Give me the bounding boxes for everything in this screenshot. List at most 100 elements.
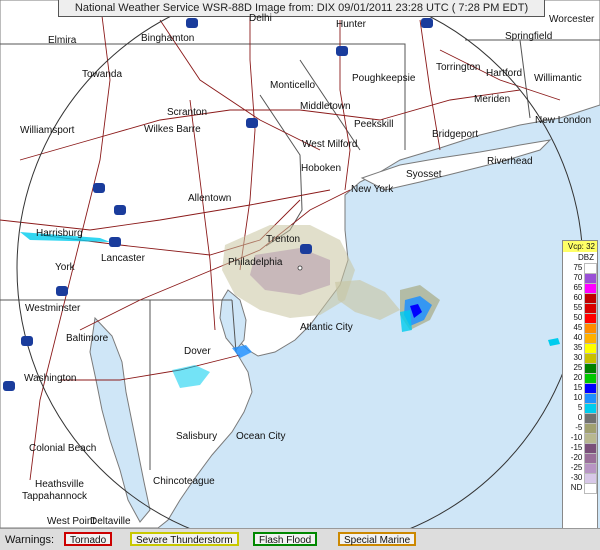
legend-value: -10: [570, 433, 583, 442]
city-label: New York: [351, 184, 394, 195]
legend-value: -5: [575, 423, 583, 432]
city-label: Torrington: [436, 62, 481, 73]
city-label: West Point: [47, 516, 96, 527]
legend-entry: 0: [563, 412, 597, 424]
image-title-bar: National Weather Service WSR-88D Image f…: [58, 0, 545, 17]
city-label: Williamsport: [20, 125, 75, 136]
legend-value: 65: [573, 283, 583, 292]
city-label: Binghamton: [141, 33, 195, 44]
legend-value: 40: [573, 333, 583, 342]
warning-tornado: Tornado: [64, 532, 113, 546]
legend-value: ND: [570, 483, 583, 492]
legend-entry: ND: [563, 482, 597, 494]
city-label: Deltaville: [90, 516, 131, 527]
city-label: Ocean City: [236, 431, 286, 442]
city-label: Towanda: [82, 69, 123, 80]
legend-entry: -25: [563, 462, 597, 474]
city-label: Colonial Beach: [29, 443, 97, 454]
city-label: West Milford: [302, 139, 358, 150]
city-label: Hoboken: [301, 163, 342, 174]
legend-value: 20: [573, 373, 583, 382]
legend-entry: 10: [563, 392, 597, 404]
city-label: Riverhead: [487, 156, 533, 167]
city-label: Washington: [24, 373, 77, 384]
legend-value: 60: [573, 293, 583, 302]
city-label: Syosset: [406, 169, 442, 180]
legend-value: 10: [573, 393, 583, 402]
city-label: Philadelphia: [228, 257, 283, 268]
legend-entry: -5: [563, 422, 597, 434]
legend-value: 50: [573, 313, 583, 322]
city-label: Baltimore: [66, 333, 109, 344]
city-label: Scranton: [167, 107, 208, 118]
legend-value: 5: [577, 403, 583, 412]
legend-entry: 30: [563, 352, 597, 364]
legend-entry: 25: [563, 362, 597, 374]
legend-entry: 50: [563, 312, 597, 324]
legend-entry: 15: [563, 382, 597, 394]
legend-vcp: Vcp: 32: [563, 241, 597, 252]
legend-unit: DBZ: [578, 253, 594, 262]
city-label: Westminster: [25, 303, 81, 314]
legend-entry: -10: [563, 432, 597, 444]
city-label: Monticello: [270, 80, 316, 91]
city-label: Delhi: [249, 13, 272, 24]
legend-entry: 20: [563, 372, 597, 384]
city-label: Trenton: [266, 234, 301, 245]
legend-entry: 55: [563, 302, 597, 314]
city-label: Elmira: [48, 35, 77, 46]
legend-entry: 75: [563, 262, 597, 274]
legend-value: -25: [570, 463, 583, 472]
warnings-bar: Warnings: Tornado Severe Thunderstorm Flas…: [0, 528, 600, 550]
legend-value: 45: [573, 323, 583, 332]
legend-entry: 45: [563, 322, 597, 334]
legend-value: 70: [573, 273, 583, 282]
legend-swatch: [584, 482, 597, 494]
city-label: York: [55, 262, 75, 273]
city-label: Dover: [184, 346, 211, 357]
legend-entry: 65: [563, 282, 597, 294]
city-label: Hartford: [486, 68, 523, 79]
city-label: Peekskill: [354, 119, 394, 130]
legend-value: 30: [573, 353, 583, 362]
city-label: Middletown: [300, 101, 351, 112]
city-label: Wilkes Barre: [144, 124, 201, 135]
radar-site-marker: [297, 265, 303, 271]
legend-value: 25: [573, 363, 583, 372]
legend-value: -15: [570, 443, 583, 452]
warning-flash-flood: Flash Flood: [253, 532, 318, 546]
city-label: Allentown: [188, 193, 232, 204]
city-label: Lancaster: [101, 253, 145, 264]
city-label: Worcester: [549, 14, 595, 25]
city-label: Tappahannock: [22, 491, 88, 502]
legend-entry: 40: [563, 332, 597, 344]
legend-value: 15: [573, 383, 583, 392]
legend-value: -30: [570, 473, 583, 482]
city-label: Bridgeport: [432, 129, 479, 140]
legend-entry: 5: [563, 402, 597, 414]
warning-severe-thunderstorm: Severe Thunderstorm: [130, 532, 239, 546]
city-label: Springfield: [505, 31, 553, 42]
warning-special-marine: Special Marine: [338, 532, 417, 546]
legend-entry: 35: [563, 342, 597, 354]
legend-value: 0: [577, 413, 583, 422]
warnings-label: Warnings:: [5, 534, 55, 546]
city-label: Meriden: [474, 94, 511, 105]
legend-value: 75: [573, 263, 583, 272]
city-label: Atlantic City: [300, 322, 353, 333]
legend-entry: -30: [563, 472, 597, 484]
city-label: Harrisburg: [36, 228, 83, 239]
legend-value: 55: [573, 303, 583, 312]
city-label: Poughkeepsie: [352, 73, 416, 84]
city-label: Salisbury: [176, 431, 218, 442]
legend-entry: -15: [563, 442, 597, 454]
city-label: Chincoteague: [153, 476, 215, 487]
city-label: Heathsville: [35, 479, 84, 490]
city-label: New London: [535, 115, 592, 126]
legend-entry: 60: [563, 292, 597, 304]
legend-scale: 75 70 65 60 55 50 45 40 35 30 25 20 15 10 5 0 -5 -10 -15 -2…: [563, 262, 597, 494]
dbz-legend: Vcp: 32 DBZ 75 70 65 60 55 50 45 40 35 30 25 20 15 10…: [562, 240, 598, 540]
legend-value: -20: [570, 453, 583, 462]
legend-entry: 70: [563, 272, 597, 284]
city-label: Willimantic: [534, 73, 582, 84]
